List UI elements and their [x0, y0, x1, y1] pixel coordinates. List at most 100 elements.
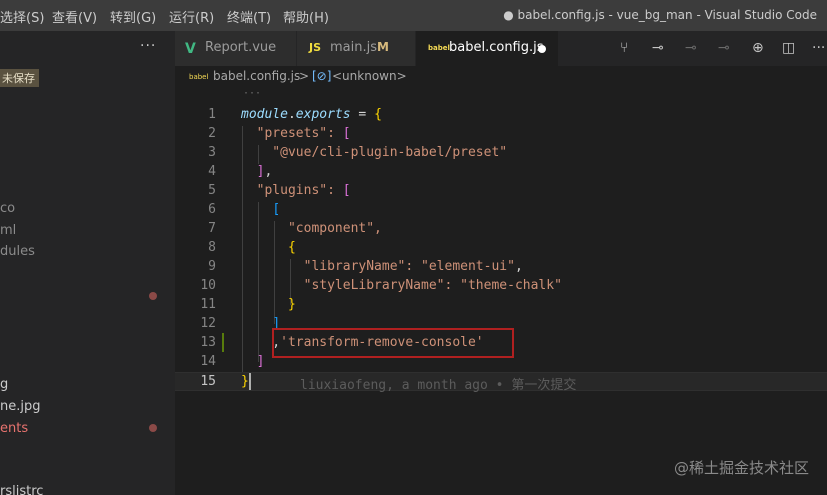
code-token: [: [342, 183, 351, 198]
file-item[interactable]: ents: [0, 421, 28, 436]
fold-hint: ···: [243, 88, 262, 99]
file-item[interactable]: co: [0, 201, 15, 216]
babel-icon: babel: [189, 73, 209, 81]
tab-label: babel.config.js: [449, 40, 544, 55]
file-item[interactable]: rslistrc: [0, 484, 43, 495]
window-title: ● babel.config.js - vue_bg_man - Visual …: [503, 8, 817, 22]
symbol-icon: [⊘]: [312, 69, 332, 83]
code-editor[interactable]: ··· 1 module.exports = { 2 "presets": [ …: [175, 88, 827, 495]
code-line: 10 "styleLibraryName": "theme-chalk": [175, 277, 827, 296]
file-item[interactable]: dules: [0, 244, 35, 259]
line-number: 10: [200, 278, 216, 293]
menu-help[interactable]: 帮助(H): [283, 7, 329, 26]
code-line: 6 [: [175, 201, 827, 220]
code-token: }: [241, 374, 249, 389]
menu-terminal[interactable]: 终端(T): [227, 7, 271, 26]
code-token: [: [342, 126, 351, 141]
highlight-box: [272, 328, 514, 358]
menu-run[interactable]: 运行(R): [169, 7, 214, 26]
breadcrumb-symbol[interactable]: <unknown>: [332, 69, 407, 83]
modified-dot: [149, 292, 157, 300]
line-number: 3: [208, 145, 216, 160]
code-token: "component",: [241, 221, 382, 236]
code-token: {: [374, 107, 382, 122]
code-line: 11 }: [175, 296, 827, 315]
vue-icon: V: [185, 41, 196, 57]
watermark: @稀土掘金技术社区: [673, 459, 809, 477]
file-item[interactable]: ne.jpg: [0, 399, 41, 414]
javascript-icon: JS: [309, 41, 322, 54]
line-number: 1: [208, 107, 216, 122]
line-number: 9: [208, 259, 216, 274]
line-number: 13: [200, 335, 216, 350]
code-line: 9 "libraryName": "element-ui",: [175, 258, 827, 277]
tab-label: Report.vue: [205, 40, 277, 55]
line-number: 5: [208, 183, 216, 198]
file-item[interactable]: ml: [0, 223, 16, 238]
breadcrumb: babel babel.config.js > [⊘] <unknown>: [175, 66, 827, 88]
line-number: 4: [208, 164, 216, 179]
code-token: }: [287, 297, 296, 312]
code-token: "libraryName":: [241, 259, 422, 274]
more-actions-button[interactable]: ···: [140, 38, 156, 54]
babel-icon: babel: [428, 44, 450, 52]
code-token: "presets":: [241, 126, 343, 141]
line-number: 12: [200, 316, 216, 331]
code-token: "element-ui": [421, 259, 515, 274]
code-token: "@vue/cli-plugin-babel/preset": [241, 145, 508, 160]
code-token: "styleLibraryName":: [241, 278, 461, 293]
breadcrumb-file[interactable]: babel.config.js: [213, 69, 300, 83]
timeline-icon[interactable]: ⊕: [752, 40, 764, 56]
menu-selection[interactable]: 选择(S): [0, 7, 44, 26]
editor-tab-bar: V Report.vue JS main.js M babel babel.co…: [175, 31, 827, 66]
code-line-current: 15 } liuxiaofeng, a month ago • 第一次提交: [175, 372, 827, 393]
line-number: 2: [208, 126, 216, 141]
explorer-sidebar: ··· 未保存 co ml dules g ne.jpg ents rslist…: [0, 31, 175, 495]
code-line: 8 {: [175, 239, 827, 258]
title-bar: 选择(S) 查看(V) 转到(G) 运行(R) 终端(T) 帮助(H) ● ba…: [0, 0, 827, 31]
code-token: {: [287, 240, 296, 255]
tab-report-vue[interactable]: V Report.vue: [175, 31, 296, 66]
code-line: 2 "presets": [: [175, 125, 827, 144]
unsaved-dot-icon[interactable]: [538, 45, 546, 53]
code-token: "plugins":: [241, 183, 343, 198]
git-previous-change-icon[interactable]: ⊸: [652, 40, 664, 56]
sidebar-header: ···: [0, 31, 175, 66]
code-token: module: [241, 107, 288, 122]
split-editor-icon[interactable]: ◫: [782, 40, 795, 56]
tab-babel-config[interactable]: babel babel.config.js: [416, 31, 558, 66]
code-line: 3 "@vue/cli-plugin-babel/preset": [175, 144, 827, 163]
code-token: ,: [264, 164, 273, 179]
line-number: 15: [200, 374, 216, 389]
editor-actions: ⑂ ⊸ ⊸ ⊸ ⊕ ◫ ···: [615, 31, 827, 66]
modified-badge: M: [377, 40, 389, 54]
modified-dot: [149, 424, 157, 432]
more-actions-icon[interactable]: ···: [812, 40, 825, 56]
code-token: ]: [256, 354, 265, 369]
code-line: 1 module.exports = {: [175, 106, 827, 125]
code-line: 7 "component",: [175, 220, 827, 239]
git-next-change-icon[interactable]: ⊸: [718, 40, 730, 56]
git-commit-icon[interactable]: ⊸: [685, 40, 697, 56]
breadcrumb-separator: >: [299, 69, 310, 83]
line-number: 14: [200, 354, 216, 369]
line-number: 7: [208, 221, 216, 236]
code-token: [: [272, 202, 281, 217]
text-cursor: [249, 373, 251, 390]
source-control-compare-icon[interactable]: ⑂: [620, 40, 628, 56]
tab-label: main.js: [330, 40, 377, 55]
menu-view[interactable]: 查看(V): [52, 7, 97, 26]
code-token: exports: [295, 107, 351, 122]
code-token: =: [350, 107, 375, 122]
tab-main-js[interactable]: JS main.js M: [297, 31, 415, 66]
menu-go[interactable]: 转到(G): [110, 7, 156, 26]
git-blame-annotation: liuxiaofeng, a month ago • 第一次提交: [300, 378, 577, 393]
file-item[interactable]: g: [0, 377, 8, 392]
unsaved-badge: 未保存: [0, 69, 39, 87]
